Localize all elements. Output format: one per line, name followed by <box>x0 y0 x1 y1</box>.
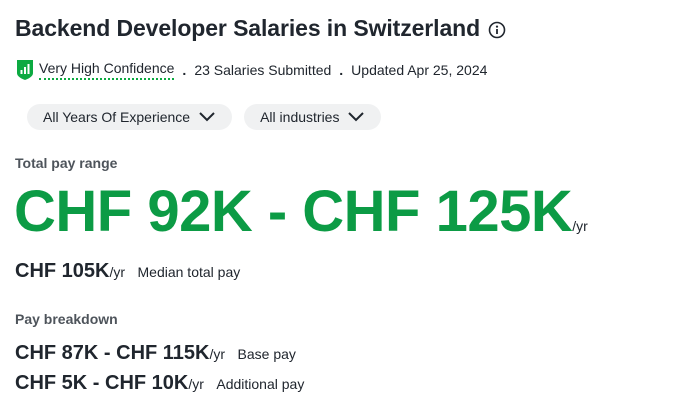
median-pay-row: CHF 105K/yr Median total pay <box>15 260 240 283</box>
base-pay-value: CHF 87K - CHF 115K <box>15 342 210 364</box>
median-pay-label: Median total pay <box>137 264 241 280</box>
additional-pay-value: CHF 5K - CHF 10K <box>15 372 189 394</box>
median-pay-value: CHF 105K <box>15 260 110 282</box>
additional-pay-unit: /yr <box>188 376 204 392</box>
page-header: Backend Developer Salaries in Switzerlan… <box>15 15 506 42</box>
additional-pay-label: Additional pay <box>216 376 305 392</box>
chevron-down-icon <box>348 112 365 122</box>
filters: All Years Of Experience All industries <box>27 104 382 130</box>
industries-filter[interactable]: All industries <box>244 104 382 130</box>
median-pay-unit: /yr <box>109 264 126 280</box>
salaries-submitted: 23 Salaries Submitted <box>194 62 332 78</box>
confidence-icon <box>15 59 35 81</box>
confidence-label[interactable]: Very High Confidence <box>39 60 175 80</box>
experience-filter-label: All Years Of Experience <box>43 109 191 125</box>
total-pay-unit: /yr <box>572 218 588 234</box>
total-pay-label: Total pay range <box>15 155 118 171</box>
meta-row: Very High Confidence . 23 Salaries Submi… <box>15 59 487 81</box>
separator-dot: . <box>339 62 344 78</box>
base-pay-row: CHF 87K - CHF 115K/yr Base pay <box>15 342 296 365</box>
chevron-down-icon <box>199 112 215 122</box>
experience-filter[interactable]: All Years Of Experience <box>27 104 233 130</box>
separator-dot: . <box>182 62 187 78</box>
info-icon[interactable] <box>488 21 506 39</box>
page-title: Backend Developer Salaries in Switzerlan… <box>15 15 481 41</box>
base-pay-label: Base pay <box>237 346 296 362</box>
updated-date: Updated Apr 25, 2024 <box>351 62 488 78</box>
additional-pay-row: CHF 5K - CHF 10K/yr Additional pay <box>15 372 304 395</box>
industries-filter-label: All industries <box>260 109 340 125</box>
base-pay-unit: /yr <box>209 346 226 362</box>
total-pay-range-value: CHF 92K - CHF 125K <box>14 179 573 244</box>
pay-breakdown-label: Pay breakdown <box>15 311 118 327</box>
total-pay-range: CHF 92K - CHF 125K/yr <box>14 180 588 258</box>
